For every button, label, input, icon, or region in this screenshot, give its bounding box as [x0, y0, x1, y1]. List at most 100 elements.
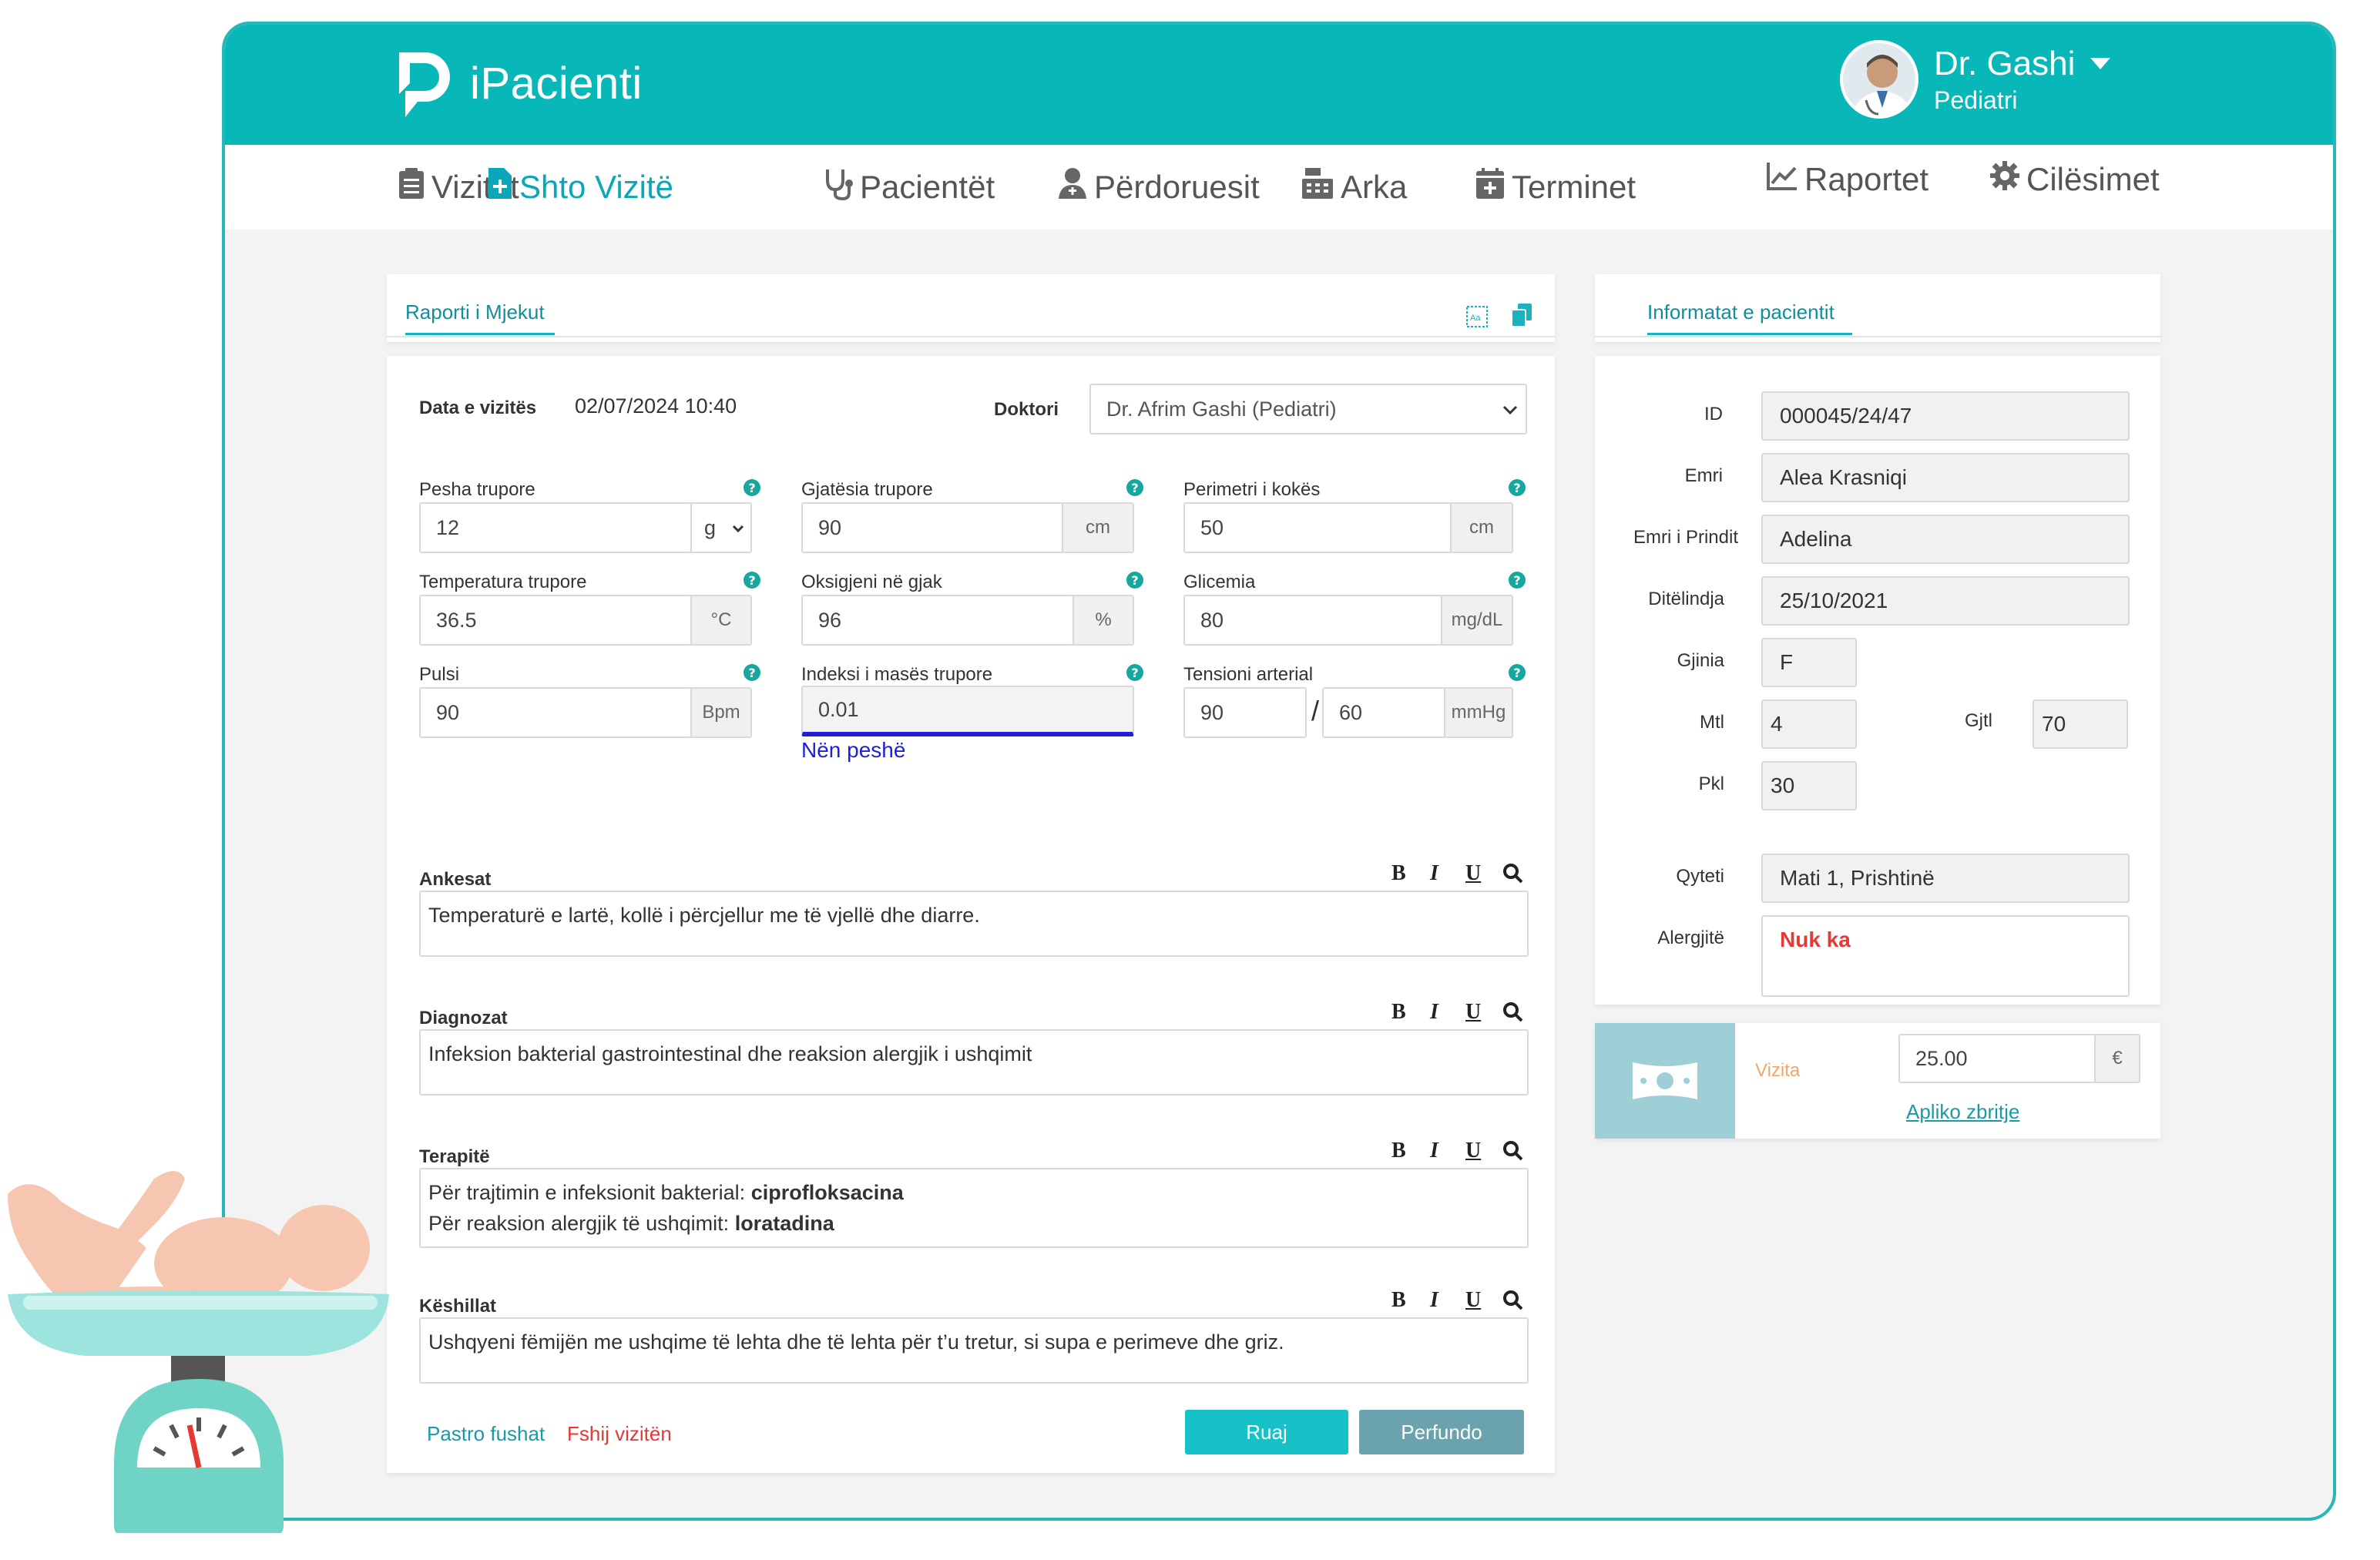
visit-date-label: Data e vizitës — [419, 398, 537, 418]
head-circumference-label: Perimetri i kokës — [1183, 479, 1321, 500]
bp-separator: / — [1311, 695, 1320, 726]
oxygen-unit: % — [1073, 595, 1134, 646]
chart-line-icon — [1766, 160, 1798, 199]
delete-visit-link[interactable]: Fshij vizitën — [567, 1422, 672, 1446]
id-field: 000045/24/47 — [1761, 391, 2130, 441]
weight-input[interactable]: 12 — [419, 502, 692, 553]
gear-icon — [1989, 160, 2020, 199]
nav-item-raportet[interactable]: Raportet — [1766, 160, 1929, 199]
italic-button[interactable]: I — [1430, 861, 1438, 886]
tab-raporti-i-mjekut[interactable]: Raporti i Mjekut — [405, 300, 545, 324]
gender-field: F — [1761, 638, 1857, 687]
parent-name-field: Adelina — [1761, 515, 2130, 564]
italic-button[interactable]: I — [1430, 1288, 1438, 1313]
ipacienti-logo-icon — [399, 52, 450, 117]
bmi-label: Indeksi i masës trupore — [801, 664, 993, 685]
search-icon[interactable] — [1502, 863, 1524, 884]
systolic-input[interactable]: 90 — [1183, 687, 1307, 738]
svg-text:Aa: Aa — [1470, 314, 1481, 323]
gjtl-field: 70 — [2033, 699, 2128, 749]
user-menu[interactable]: Dr. Gashi Pediatri — [1840, 40, 2111, 119]
patient-tab-card: Informatat e pacientit — [1595, 274, 2160, 342]
apply-discount-link[interactable]: Apliko zbritje — [1906, 1100, 2019, 1124]
chevron-down-icon — [1502, 405, 1518, 415]
head-circumference-unit: cm — [1450, 502, 1513, 553]
nav-item-shto-vizite[interactable]: Shto Vizitë — [487, 166, 673, 208]
underline-button[interactable]: U — [1465, 1139, 1481, 1163]
height-input[interactable]: 90 — [801, 502, 1063, 553]
clear-fields-link[interactable]: Pastro fushat — [427, 1422, 545, 1446]
tab-informatat-e-pacientit[interactable]: Informatat e pacientit — [1647, 300, 1835, 324]
stethoscope-icon — [823, 166, 854, 208]
brand-name: iPacienti — [470, 58, 643, 109]
nav-item-perdoruesit[interactable]: Përdoruesit — [1057, 166, 1260, 208]
report-form-card: Data e vizitës 02/07/2024 10:40 Doktori … — [387, 356, 1555, 1473]
advice-label: Këshillat — [419, 1296, 497, 1317]
text-format-icon[interactable]: Aa — [1465, 305, 1489, 328]
pulse-input[interactable]: 90 — [419, 687, 692, 738]
help-icon[interactable]: ? — [1509, 664, 1526, 681]
diagnoses-textarea[interactable]: Infeksion bakterial gastrointestinal dhe… — [419, 1029, 1529, 1095]
weight-unit-select[interactable]: g — [690, 502, 752, 553]
help-icon[interactable]: ? — [1126, 479, 1143, 496]
pkl-field: 30 — [1761, 761, 1857, 810]
active-tab-indicator — [1647, 333, 1852, 335]
save-button[interactable]: Ruaj — [1185, 1410, 1348, 1454]
copy-icon[interactable] — [1510, 302, 1533, 328]
drug-name: loratadina — [734, 1212, 834, 1235]
temperature-input[interactable]: 36.5 — [419, 595, 692, 646]
search-icon[interactable] — [1502, 1140, 1524, 1162]
pulse-label: Pulsi — [419, 664, 460, 685]
nav-item-cilesimet[interactable]: Cilësimet — [1989, 160, 2160, 199]
italic-button[interactable]: I — [1430, 1139, 1438, 1163]
italic-button[interactable]: I — [1430, 1000, 1438, 1025]
nav-item-terminet[interactable]: Terminet — [1475, 166, 1636, 208]
temperature-label: Temperatura trupore — [419, 572, 587, 592]
help-icon[interactable]: ? — [1126, 572, 1143, 589]
temperature-unit: °C — [690, 595, 752, 646]
therapies-textarea[interactable]: Për trajtimin e infeksionit bakterial: c… — [419, 1168, 1529, 1248]
diastolic-input[interactable]: 60 — [1322, 687, 1445, 738]
id-label: ID — [1704, 404, 1723, 424]
birthdate-field: 25/10/2021 — [1761, 576, 2130, 626]
doctor-select[interactable]: Dr. Afrim Gashi (Pediatri) — [1089, 384, 1527, 434]
advice-textarea[interactable]: Ushqyeni fëmijën me ushqime të lehta dhe… — [419, 1317, 1529, 1384]
oxygen-input[interactable]: 96 — [801, 595, 1074, 646]
active-tab-indicator — [405, 333, 555, 335]
visit-date-value: 02/07/2024 10:40 — [575, 394, 737, 418]
brand-logo[interactable]: iPacienti — [394, 48, 643, 119]
payment-card: Vizita 25.00 € Apliko zbritje — [1595, 1023, 2160, 1139]
finish-button[interactable]: Perfundo — [1359, 1410, 1524, 1454]
underline-button[interactable]: U — [1465, 861, 1481, 886]
search-icon[interactable] — [1502, 1001, 1524, 1023]
bold-button[interactable]: B — [1391, 1139, 1406, 1163]
glucose-label: Glicemia — [1183, 572, 1256, 592]
bold-button[interactable]: B — [1391, 861, 1406, 886]
allergies-field[interactable]: Nuk ka — [1761, 915, 2130, 997]
help-icon[interactable]: ? — [1509, 572, 1526, 589]
nav-item-arka[interactable]: Arka — [1301, 166, 1407, 208]
underline-button[interactable]: U — [1465, 1288, 1481, 1313]
visit-fee-input[interactable]: 25.00 — [1898, 1034, 2096, 1083]
nav-item-pacientet[interactable]: Pacientët — [823, 166, 995, 208]
search-icon[interactable] — [1502, 1290, 1524, 1311]
parent-name-label: Emri i Prindit — [1633, 527, 1738, 548]
weight-label: Pesha trupore — [419, 479, 535, 500]
help-icon[interactable]: ? — [1509, 479, 1526, 496]
visit-fee-label: Vizita — [1755, 1060, 1801, 1081]
mtl-field: 4 — [1761, 699, 1857, 749]
bold-button[interactable]: B — [1391, 1000, 1406, 1025]
underline-button[interactable]: U — [1465, 1000, 1481, 1025]
top-header: iPacienti Dr. Gashi Pediatri — [225, 25, 2333, 145]
glucose-input[interactable]: 80 — [1183, 595, 1442, 646]
help-icon[interactable]: ? — [744, 479, 760, 496]
complaints-textarea[interactable]: Temperaturë e lartë, kollë i përcjellur … — [419, 891, 1529, 957]
chevron-down-icon[interactable] — [2090, 58, 2111, 69]
help-icon[interactable]: ? — [744, 664, 760, 681]
head-circumference-input[interactable]: 50 — [1183, 502, 1452, 553]
help-icon[interactable]: ? — [1126, 664, 1143, 681]
help-icon[interactable]: ? — [744, 572, 760, 589]
height-unit: cm — [1062, 502, 1134, 553]
name-field: Alea Krasniqi — [1761, 453, 2130, 502]
bold-button[interactable]: B — [1391, 1288, 1406, 1313]
